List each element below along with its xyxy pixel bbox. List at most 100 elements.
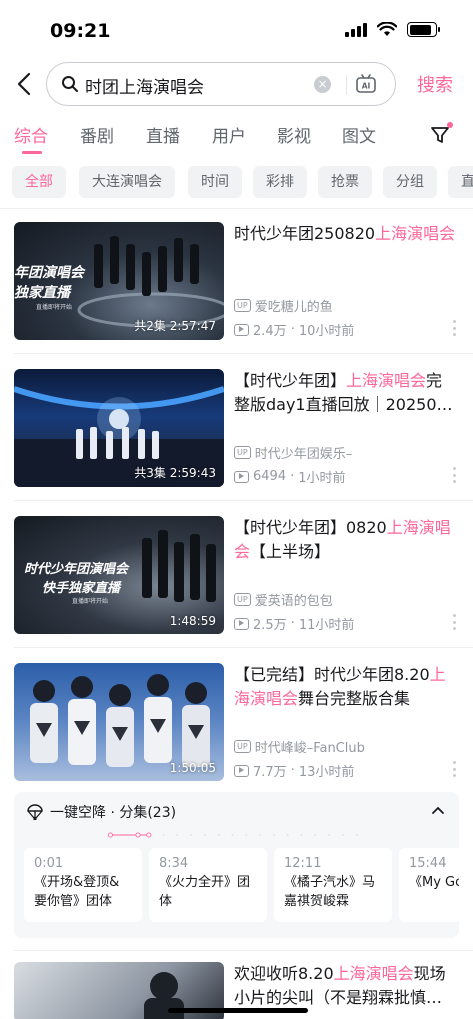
- thumbnail-caption: 时代少年团演唱会 快手独家直播 直播即将开始: [24, 558, 154, 605]
- thumbnail-caption: 年团演唱会 独家直播 直播即将开始: [14, 262, 104, 311]
- thumbnail-caption-line: 直播即将开始: [36, 304, 73, 311]
- status-icons: [345, 22, 440, 37]
- video-stats: 7.7万 · 13小时前: [234, 761, 354, 780]
- main-tabs: 综合 番剧 直播 用户 影视 图文: [0, 122, 473, 158]
- active-tab-indicator: [22, 151, 42, 154]
- video-title[interactable]: 【已完结】时代少年团8.20上海演唱会舞台完整版合集: [234, 663, 456, 711]
- episode-title: 《火力全开》团体: [159, 875, 251, 909]
- play-count-icon: [234, 617, 249, 630]
- video-card[interactable]: 时代少年团演唱会 快手独家直播 直播即将开始 1:48:59 【时代少年团】08…: [14, 516, 473, 636]
- video-stats: 6494 · 1小时前: [234, 467, 346, 486]
- play-count-icon: [234, 323, 249, 336]
- episode-title: 《My Gospel: [409, 875, 459, 890]
- header-divider: [0, 208, 473, 209]
- chevron-left-icon: [17, 72, 31, 96]
- video-author[interactable]: UP 时代少年团娱乐–: [234, 443, 352, 462]
- thumbnail-caption-line: 直播即将开始: [72, 598, 109, 605]
- search-input[interactable]: 时团上海演唱会: [85, 73, 204, 98]
- tab-all[interactable]: 综合: [14, 122, 48, 147]
- thumbnail-caption-line: 年团演唱会: [14, 265, 84, 281]
- battery-icon: [407, 22, 440, 37]
- video-title[interactable]: 时代少年团250820上海演唱会: [234, 222, 456, 246]
- card-divider: [14, 647, 473, 648]
- video-card[interactable]: 1:50:05 【已完结】时代少年团8.20上海演唱会舞台完整版合集 UP 时代峰…: [14, 663, 473, 783]
- episode-time: 12:11: [284, 856, 322, 871]
- video-stats: 2.5万 · 11小时前: [234, 614, 354, 633]
- card-divider: [14, 500, 473, 501]
- up-badge-icon: UP: [234, 740, 251, 753]
- episode-card[interactable]: 0:01 《开场&登顶&要你管》团体: [24, 848, 142, 922]
- episode-progress-track[interactable]: [24, 832, 444, 838]
- video-author[interactable]: UP 爱吃糖儿的鱼: [234, 296, 333, 315]
- video-title[interactable]: 【时代少年团】0820上海演唱会【上半场】: [234, 516, 456, 564]
- episode-title: 《橘子汽水》马嘉祺贺峻霖: [284, 875, 376, 909]
- clear-search-icon[interactable]: ×: [314, 76, 331, 93]
- search-header: 时团上海演唱会 × AI 搜索: [0, 62, 473, 108]
- chip-rehearsal[interactable]: 彩排: [253, 166, 307, 198]
- thumbnail-caption-line: 时代少年团演唱会: [24, 562, 129, 577]
- back-button[interactable]: [10, 70, 38, 98]
- thumbnail-caption-line: 快手独家直播: [42, 581, 121, 596]
- episode-card[interactable]: 8:34 《火力全开》团体: [149, 848, 267, 922]
- tab-movies[interactable]: 影视: [277, 122, 311, 147]
- video-thumbnail[interactable]: 1:50:05: [14, 663, 224, 781]
- search-submit-button[interactable]: 搜索: [417, 71, 453, 97]
- filter-badge-dot: [447, 122, 453, 128]
- up-badge-icon: UP: [234, 593, 251, 606]
- up-badge-icon: UP: [234, 446, 251, 459]
- tab-users[interactable]: 用户: [212, 122, 246, 147]
- chip-groups[interactable]: 分组: [383, 166, 437, 198]
- video-duration: 共2集 2:57:47: [134, 319, 216, 333]
- video-thumbnail[interactable]: 年团演唱会 独家直播 直播即将开始 共2集 2:57:47: [14, 222, 224, 340]
- filter-chips: 全部 大连演唱会 时间 彩排 抢票 分组 直: [12, 166, 473, 198]
- search-divider: [346, 75, 347, 95]
- video-thumbnail[interactable]: 共3集 2:59:43: [14, 369, 224, 487]
- video-duration: 共3集 2:59:43: [134, 466, 216, 480]
- play-count-icon: [234, 764, 249, 777]
- chip-time[interactable]: 时间: [188, 166, 242, 198]
- video-thumbnail[interactable]: 时代少年团演唱会 快手独家直播 直播即将开始 1:48:59: [14, 516, 224, 634]
- ai-search-icon[interactable]: AI: [355, 73, 377, 95]
- tab-articles[interactable]: 图文: [342, 122, 376, 147]
- home-indicator[interactable]: [168, 1008, 308, 1013]
- chip-dalian-concert[interactable]: 大连演唱会: [79, 166, 175, 198]
- thumbnail-caption-line: 独家直播: [14, 285, 70, 301]
- chip-more[interactable]: 直: [448, 166, 473, 198]
- episode-jump-panel: 一键空降 · 分集(23) 0:01 《开场&登顶&要你管》团体 8:34 《火…: [14, 792, 459, 938]
- video-card[interactable]: 年团演唱会 独家直播 直播即将开始 共2集 2:57:47 时代少年团25082…: [14, 222, 473, 342]
- episode-time: 0:01: [34, 856, 64, 871]
- more-options-icon[interactable]: [453, 467, 457, 483]
- tab-live[interactable]: 直播: [146, 122, 180, 147]
- chip-all[interactable]: 全部: [12, 166, 66, 198]
- episode-card[interactable]: 12:11 《橘子汽水》马嘉祺贺峻霖: [274, 848, 392, 922]
- video-card[interactable]: 共3集 2:59:43 【时代少年团】上海演唱会完整版day1直播回放｜2025…: [14, 369, 473, 489]
- tab-anime[interactable]: 番剧: [80, 122, 114, 147]
- episode-panel-title: 一键空降 · 分集(23): [50, 805, 177, 821]
- video-author[interactable]: UP 时代峰峻–FanClub: [234, 737, 365, 756]
- cellular-signal-icon: [345, 22, 367, 37]
- up-badge-icon: UP: [234, 299, 251, 312]
- more-options-icon[interactable]: [453, 761, 457, 777]
- video-duration: 1:50:05: [169, 761, 216, 775]
- video-stats: 2.4万 · 10小时前: [234, 320, 354, 339]
- episode-panel-header[interactable]: 一键空降 · 分集(23): [26, 802, 176, 822]
- card-divider: [14, 353, 473, 354]
- parachute-icon: [27, 804, 43, 820]
- episode-title: 《开场&登顶&要你管》团体: [34, 875, 120, 909]
- play-count-icon: [234, 470, 249, 483]
- video-duration: 1:48:59: [169, 614, 216, 628]
- chevron-up-icon[interactable]: [431, 802, 445, 821]
- status-time: 09:21: [50, 20, 111, 42]
- video-title[interactable]: 欢迎收听8.20上海演唱会现场小片的尖叫（不是翔霖批慎…: [234, 962, 456, 1010]
- episode-time: 8:34: [159, 856, 189, 871]
- episode-time: 15:44: [409, 856, 447, 871]
- more-options-icon[interactable]: [453, 320, 457, 336]
- status-bar: 09:21: [0, 0, 473, 60]
- chip-tickets[interactable]: 抢票: [318, 166, 372, 198]
- episode-card[interactable]: 15:44 《My Gospel: [399, 848, 459, 922]
- episode-cards: 0:01 《开场&登顶&要你管》团体 8:34 《火力全开》团体 12:11 《…: [24, 848, 459, 924]
- more-options-icon[interactable]: [453, 614, 457, 630]
- video-author[interactable]: UP 爱英语的包包: [234, 590, 333, 609]
- search-box[interactable]: 时团上海演唱会 × AI: [46, 62, 396, 106]
- video-title[interactable]: 【时代少年团】上海演唱会完整版day1直播回放｜20250…: [234, 369, 456, 417]
